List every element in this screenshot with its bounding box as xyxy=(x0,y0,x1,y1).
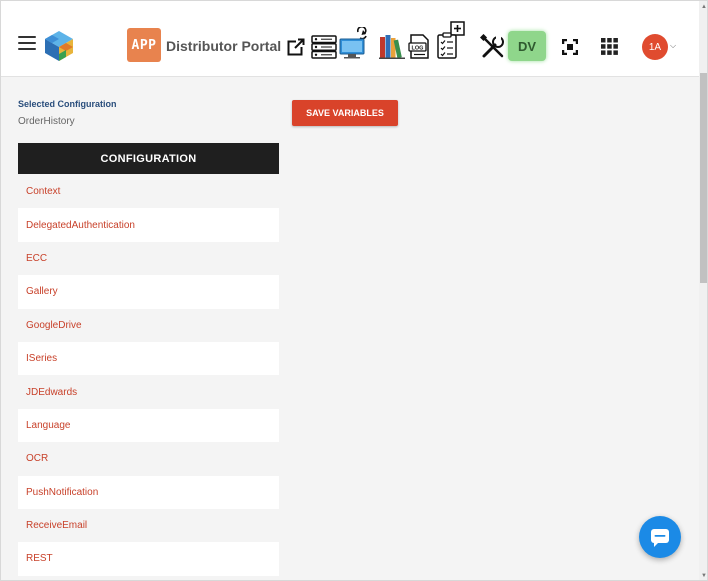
config-item-jdedwards[interactable]: JDEdwards xyxy=(18,375,279,409)
dv-badge[interactable]: DV xyxy=(508,31,546,61)
selected-configuration-label: Selected Configuration xyxy=(18,99,117,109)
menu-icon[interactable] xyxy=(18,36,36,50)
scan-icon[interactable] xyxy=(562,39,578,55)
monitor-sync-icon[interactable] xyxy=(338,27,370,59)
cube-logo-icon[interactable] xyxy=(43,29,75,63)
log-file-icon[interactable]: LOG xyxy=(408,34,430,59)
config-item-language[interactable]: Language xyxy=(18,408,279,443)
config-item-ecc[interactable]: ECC xyxy=(18,241,279,276)
top-header: APP Distributor Portal LOG DV 1A ⌵ xyxy=(1,1,699,77)
app-badge: APP xyxy=(127,28,161,62)
config-item-receiveemail[interactable]: ReceiveEmail xyxy=(18,508,279,543)
chevron-down-icon[interactable]: ⌵ xyxy=(670,41,676,51)
config-item-gallery[interactable]: Gallery xyxy=(18,275,279,309)
external-link-icon[interactable] xyxy=(287,38,305,56)
config-item-context[interactable]: Context xyxy=(18,175,279,209)
scroll-down-icon[interactable]: ▼ xyxy=(701,573,707,579)
config-item-rest[interactable]: REST xyxy=(18,542,279,576)
svg-text:LOG: LOG xyxy=(412,45,424,51)
server-icon[interactable] xyxy=(311,35,337,59)
configuration-list: Context DelegatedAuthentication ECC Gall… xyxy=(18,175,279,576)
vertical-scrollbar[interactable]: ▲ ▼ xyxy=(699,1,707,580)
config-item-pushnotification[interactable]: PushNotification xyxy=(18,475,279,509)
save-variables-button[interactable]: SAVE VARIABLES xyxy=(292,100,398,126)
chat-bubble-icon xyxy=(651,529,669,547)
config-item-iseries[interactable]: ISeries xyxy=(18,341,279,376)
browser-window: APP Distributor Portal LOG DV 1A ⌵ Selec… xyxy=(0,0,708,581)
config-item-delegatedauthentication[interactable]: DelegatedAuthentication xyxy=(18,208,279,242)
chat-button[interactable] xyxy=(639,516,681,558)
tools-icon[interactable] xyxy=(480,34,506,60)
clipboard-add-icon[interactable] xyxy=(436,21,466,61)
scroll-thumb[interactable] xyxy=(700,73,707,283)
avatar[interactable]: 1A xyxy=(642,34,668,60)
config-item-ocr[interactable]: OCR xyxy=(18,442,279,476)
scroll-up-icon[interactable]: ▲ xyxy=(701,4,707,10)
config-item-googledrive[interactable]: GoogleDrive xyxy=(18,308,279,342)
books-icon[interactable] xyxy=(379,34,405,59)
configuration-header: CONFIGURATION xyxy=(18,143,279,174)
apps-grid-icon[interactable] xyxy=(601,38,618,55)
selected-configuration-value: OrderHistory xyxy=(18,116,75,127)
app-title: Distributor Portal xyxy=(166,38,282,54)
